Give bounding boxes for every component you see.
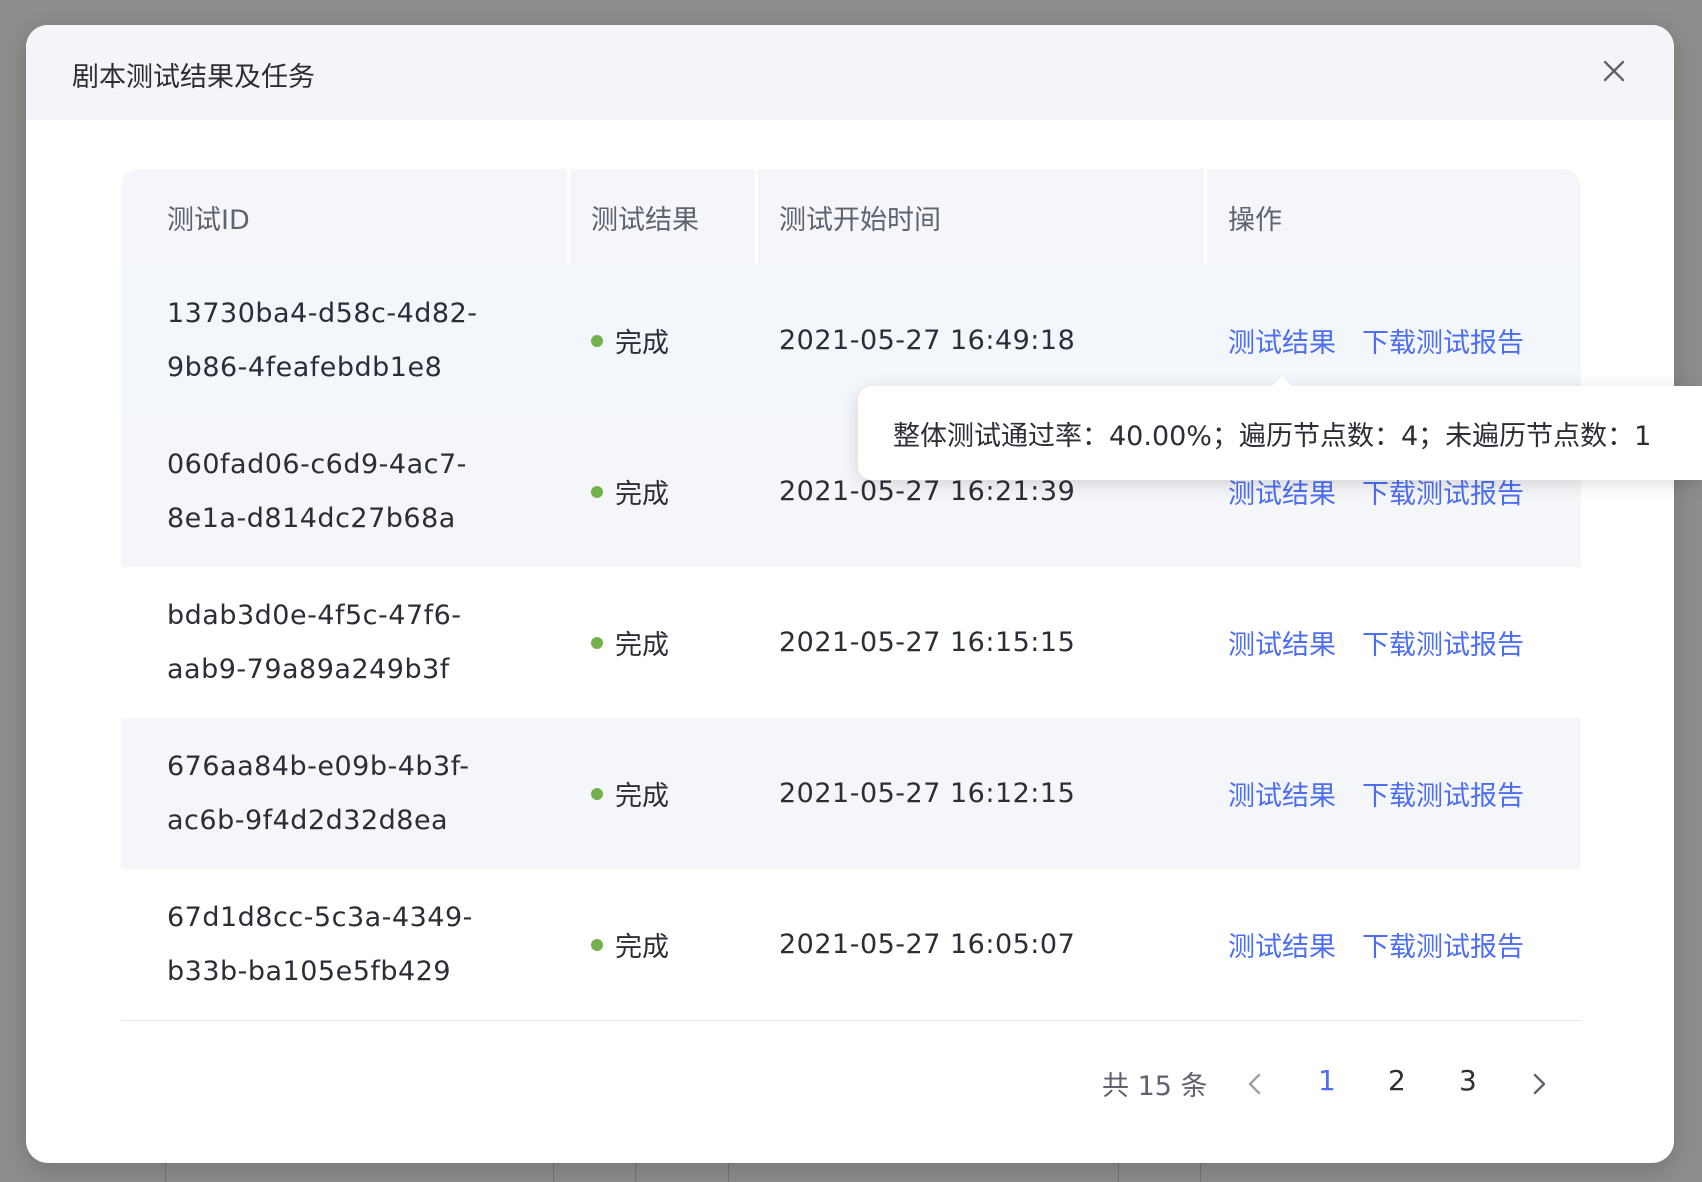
download-report-link[interactable]: 下载测试报告 xyxy=(1362,321,1524,360)
status-dot-icon xyxy=(591,938,603,951)
column-header-start-time: 测试开始时间 xyxy=(755,169,1204,265)
pass-rate-tooltip: 整体测试通过率：40.00%；遍历节点数：4；未遍历节点数：1 xyxy=(858,386,1702,480)
start-time: 2021-05-27 16:15:15 xyxy=(779,627,1076,658)
download-report-link[interactable]: 下载测试报告 xyxy=(1362,925,1524,964)
status-badge: 完成 xyxy=(591,321,669,360)
test-id: 13730ba4-d58c-4d82- 9b86-4feafebdb1e8 xyxy=(167,297,478,383)
chevron-right-icon xyxy=(1533,1073,1546,1095)
test-id: 67d1d8cc-5c3a-4349- b33b-ba105e5fb429 xyxy=(167,901,473,987)
total-count: 共 15 条 xyxy=(1102,1071,1208,1102)
modal-title: 剧本测试结果及任务 xyxy=(72,62,315,93)
status-dot-icon xyxy=(591,787,603,800)
column-header-test-result: 测试结果 xyxy=(567,169,755,265)
test-id: 060fad06-c6d9-4ac7- 8e1a-d814dc27b68a xyxy=(167,448,467,534)
status-badge: 完成 xyxy=(591,472,669,511)
view-result-link[interactable]: 测试结果 xyxy=(1228,321,1336,360)
view-result-link[interactable]: 测试结果 xyxy=(1228,774,1336,813)
status-dot-icon xyxy=(591,636,603,649)
start-time: 2021-05-27 16:05:07 xyxy=(779,929,1076,960)
next-page-button[interactable] xyxy=(1525,1070,1553,1098)
status-dot-icon xyxy=(591,334,603,347)
view-result-link[interactable]: 测试结果 xyxy=(1228,925,1336,964)
start-time: 2021-05-27 16:49:18 xyxy=(779,325,1076,356)
start-time: 2021-05-27 16:21:39 xyxy=(779,476,1076,507)
tooltip-arrow xyxy=(1271,376,1293,387)
download-report-link[interactable]: 下载测试报告 xyxy=(1362,623,1524,662)
chevron-left-icon xyxy=(1248,1073,1261,1095)
test-id: 676aa84b-e09b-4b3f-ac6b-9f4d2d32d8ea xyxy=(167,750,470,836)
table-row: 676aa84b-e09b-4b3f-ac6b-9f4d2d32d8ea 完成 … xyxy=(121,718,1581,869)
column-header-actions: 操作 xyxy=(1204,169,1581,265)
table-row: 67d1d8cc-5c3a-4349- b33b-ba105e5fb429 完成 … xyxy=(121,869,1581,1021)
pagination: 共 15 条 1 2 3 xyxy=(0,1064,1702,1104)
test-results-modal: 剧本测试结果及任务 测试ID 测试结果 测试开始时间 操作 13730ba4-d… xyxy=(26,25,1674,1163)
start-time: 2021-05-27 16:12:15 xyxy=(779,778,1076,809)
status-badge: 完成 xyxy=(591,623,669,662)
page-2-button[interactable]: 2 xyxy=(1388,1064,1406,1097)
modal-header: 剧本测试结果及任务 xyxy=(26,25,1674,120)
column-header-test-id: 测试ID xyxy=(167,204,250,236)
download-report-link[interactable]: 下载测试报告 xyxy=(1362,774,1524,813)
close-button[interactable] xyxy=(1596,53,1632,89)
status-badge: 完成 xyxy=(591,925,669,964)
view-result-link[interactable]: 测试结果 xyxy=(1228,623,1336,662)
test-id: bdab3d0e-4f5c-47f6- aab9-79a89a249b3f xyxy=(167,599,462,685)
close-icon xyxy=(1603,60,1625,82)
status-badge: 完成 xyxy=(591,774,669,813)
page-1-button[interactable]: 1 xyxy=(1318,1064,1336,1097)
results-table: 测试ID 测试结果 测试开始时间 操作 13730ba4-d58c-4d82- 9… xyxy=(121,169,1581,1021)
prev-page-button[interactable] xyxy=(1241,1070,1269,1098)
table-row: bdab3d0e-4f5c-47f6- aab9-79a89a249b3f 完成 … xyxy=(121,567,1581,718)
table-header: 测试ID 测试结果 测试开始时间 操作 xyxy=(121,169,1581,265)
status-dot-icon xyxy=(591,485,603,498)
page-3-button[interactable]: 3 xyxy=(1459,1064,1477,1097)
